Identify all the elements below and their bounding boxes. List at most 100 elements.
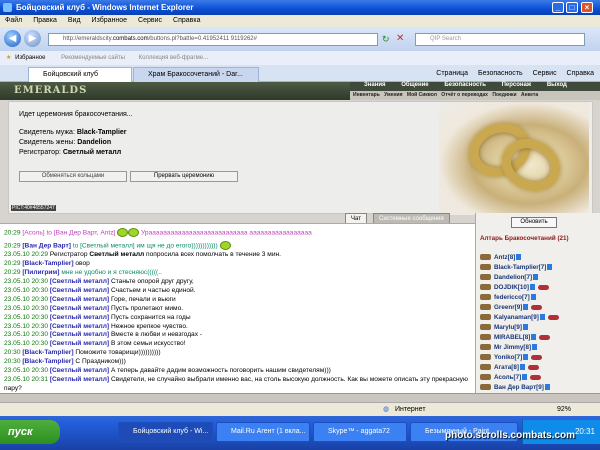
chat-line: 23.05.10 20:30 [Светлый металл] Станьте … [4, 278, 194, 286]
taskbar-item-mail-agent[interactable]: Mail.Ru Агент (1 вкла... [216, 422, 310, 442]
picture-id: PICT:40#46557247 [11, 205, 56, 211]
game-menu-security[interactable]: Безопасность [444, 82, 486, 88]
info-icon[interactable] [523, 324, 528, 331]
info-icon[interactable] [532, 344, 538, 351]
favorites-button[interactable]: Избранное [15, 55, 45, 61]
info-icon[interactable] [523, 304, 529, 311]
taskbar-item-skype[interactable]: Skype™ - aggata72 [313, 422, 407, 442]
forward-icon[interactable]: ▶ [24, 30, 41, 47]
game-menu-character[interactable]: Персонаж [502, 82, 532, 88]
info-icon[interactable] [516, 254, 522, 261]
stop-icon[interactable]: ✕ [396, 33, 404, 44]
command-bar: Страница Безопасность Сервис Справка [428, 68, 594, 80]
exchange-rings-button[interactable]: Обменяться кольцами [19, 171, 127, 182]
clan-icon [527, 364, 539, 370]
menu-tools[interactable]: Сервис [138, 17, 162, 24]
menu-help[interactable]: Справка [173, 17, 200, 24]
page-menu[interactable]: Страница [436, 70, 468, 77]
tab-wedding-temple[interactable]: Храм Бракосочетаний - Dar... [133, 67, 259, 82]
smiley-icon [219, 241, 231, 251]
user-item[interactable]: Antz[8] [480, 253, 522, 263]
user-item[interactable]: Dandelion[7] [480, 273, 539, 283]
witness-wife-label: Свидетель жены: [19, 139, 76, 146]
webslice-gallery-link[interactable]: Коллекция веб-фрагме... [139, 55, 208, 61]
game-menu-exit[interactable]: Выход [547, 82, 567, 88]
interrupt-ceremony-button[interactable]: Прервать церемонию [130, 171, 238, 182]
user-item[interactable]: Асоль[7] [480, 373, 542, 383]
user-icon [480, 344, 491, 351]
refresh-button[interactable]: Обновить [511, 217, 557, 228]
search-input[interactable]: QIP Search [415, 33, 585, 46]
taskbar-item-browser[interactable]: Бойцовский клуб - Wi... [118, 422, 213, 442]
star-icon[interactable]: ★ [6, 55, 11, 61]
clock: 20:31 [574, 427, 595, 436]
user-item[interactable]: Mr Jimmy[8] [480, 343, 538, 353]
submenu-fights[interactable]: Поединки [492, 92, 516, 98]
start-button[interactable]: пуск [0, 420, 60, 444]
clan-icon [547, 314, 559, 320]
help-menu[interactable]: Справка [567, 70, 594, 77]
user-item[interactable]: Ван Дер Варт[9] [480, 383, 550, 392]
info-icon[interactable] [533, 274, 539, 281]
info-icon[interactable] [519, 364, 525, 371]
game-header: EMERALDS Знания Общение Безопасность Пер… [0, 82, 600, 100]
chat-line: 23.05.10 20:30 [Светлый металл] А теперь… [4, 367, 331, 375]
maximize-button[interactable]: □ [566, 2, 578, 13]
info-icon[interactable] [547, 264, 553, 271]
close-button[interactable]: × [581, 2, 593, 13]
minimize-button[interactable]: _ [552, 2, 564, 13]
submenu-symbol[interactable]: Мой Сиквол [407, 92, 437, 98]
info-icon[interactable] [531, 334, 537, 341]
menu-view[interactable]: Вид [68, 17, 81, 24]
address-input[interactable]: http://emeraldscity.combats.com/buttons.… [48, 33, 378, 46]
tools-menu[interactable]: Сервис [533, 70, 557, 77]
info-icon[interactable] [539, 314, 545, 321]
info-icon[interactable] [522, 374, 528, 381]
user-item[interactable]: Yoniko[7] [480, 353, 543, 363]
submenu-skills[interactable]: Умения [384, 92, 402, 98]
menu-file[interactable]: Файл [5, 17, 22, 24]
user-icon [480, 274, 491, 281]
user-item[interactable]: MIRABEL[8] [480, 333, 551, 343]
submenu-transfers[interactable]: Отчёт о переводах [441, 92, 488, 98]
favorites-bar: ★ Избранное Рекомендуемые сайты Коллекци… [0, 51, 600, 65]
info-icon[interactable] [530, 284, 535, 291]
chat-log: 20:29 [Асоль] to [Ван Дер Варт, Antz] Ур… [0, 223, 475, 393]
user-item[interactable]: Black-Tamplier[7] [480, 263, 553, 273]
info-icon[interactable] [530, 294, 536, 301]
user-item[interactable]: federicco[7] [480, 293, 536, 303]
menu-edit[interactable]: Правка [33, 17, 57, 24]
registrar-label: Регистратор: [19, 149, 61, 156]
chat-line: 23.05.10 20:29 Регистратор Светлый метал… [4, 251, 281, 259]
suggested-sites-link[interactable]: Рекомендуемые сайты [61, 55, 125, 61]
menu-bar: Файл Правка Вид Избранное Сервис Справка [0, 15, 600, 27]
game-submenu: Инвентарь Умения Мой Сиквол Отчёт о пере… [350, 91, 600, 100]
game-menu-knowledge[interactable]: Знания [364, 82, 386, 88]
user-icon [480, 374, 491, 381]
address-toolbar: ◀ ▶ http://emeraldscity.combats.com/butt… [0, 27, 600, 51]
submenu-inventory[interactable]: Инвентарь [353, 92, 380, 98]
user-icon [480, 254, 491, 261]
zoom-level[interactable]: 92% [557, 403, 571, 417]
user-item[interactable]: Greenr[9] [480, 303, 543, 313]
info-icon[interactable] [544, 384, 550, 391]
game-menu-communication[interactable]: Общение [401, 82, 428, 88]
refresh-icon[interactable]: ↻ [382, 34, 390, 45]
submenu-profile[interactable]: Анкета [521, 92, 538, 98]
user-item[interactable]: Агата[8] [480, 363, 539, 373]
security-menu[interactable]: Безопасность [478, 70, 523, 77]
user-icon [480, 314, 491, 321]
user-icon [480, 304, 491, 311]
user-icon [480, 384, 491, 391]
info-icon[interactable] [523, 354, 529, 361]
user-icon [480, 264, 491, 271]
user-item[interactable]: DOJDIK[10] [480, 283, 549, 293]
status-bar: ◍ Интернет 92% [0, 402, 600, 416]
user-item[interactable]: Marylu[9] [480, 323, 528, 333]
clan-icon [538, 284, 549, 290]
clan-icon [530, 374, 542, 380]
tab-fight-club[interactable]: Бойцовский клуб [28, 67, 132, 82]
menu-favorites[interactable]: Избранное [92, 17, 127, 24]
user-item[interactable]: Kalyanaman[9] [480, 313, 559, 323]
back-icon[interactable]: ◀ [4, 30, 21, 47]
